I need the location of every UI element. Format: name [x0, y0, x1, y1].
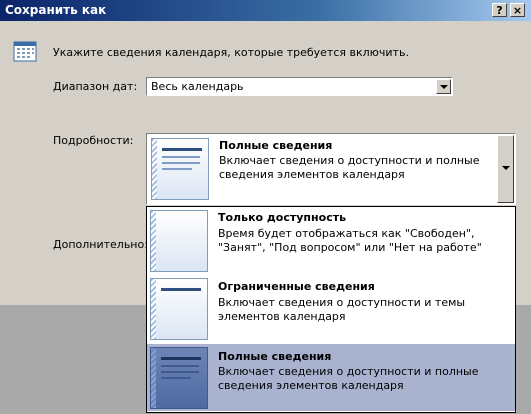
- limited-details-thumbnail-icon: [150, 278, 208, 340]
- close-button[interactable]: ×: [510, 3, 525, 17]
- calendar-icon: [13, 41, 37, 62]
- full-details-thumbnail-icon: [150, 347, 208, 409]
- option-full-details[interactable]: Полные сведения Включает сведения о дост…: [147, 344, 515, 411]
- chevron-down-icon: [440, 85, 448, 89]
- option-title: Ограниченные сведения: [218, 280, 375, 293]
- advanced-label: Дополнительно:: [53, 238, 148, 251]
- title-bar[interactable]: Сохранить как ? ×: [0, 0, 531, 21]
- details-dropdown-button[interactable]: [497, 135, 514, 203]
- option-description: Включает сведения о доступности и полные…: [218, 365, 479, 392]
- option-limited-details[interactable]: Ограниченные сведения Включает сведения …: [147, 275, 515, 342]
- date-range-dropdown-button[interactable]: [436, 79, 451, 94]
- details-select[interactable]: Полные сведения Включает сведения о дост…: [146, 133, 516, 205]
- option-title: Полные сведения: [218, 350, 332, 363]
- full-details-thumbnail-icon: [151, 138, 209, 200]
- window-title: Сохранить как: [5, 3, 107, 17]
- option-description: Время будет отображаться как "Свободен",…: [218, 227, 482, 254]
- date-range-value: Весь календарь: [151, 80, 244, 93]
- help-button[interactable]: ?: [492, 3, 507, 17]
- date-range-label: Диапазон дат:: [53, 80, 138, 93]
- date-range-select[interactable]: Весь календарь: [146, 77, 453, 96]
- details-selected-title: Полные сведения: [219, 139, 333, 152]
- details-selected-description: Включает сведения о доступности и полные…: [219, 154, 480, 181]
- details-dropdown-list: Только доступность Время будет отображат…: [146, 206, 516, 413]
- intro-text: Укажите сведения календаря, которые треб…: [53, 46, 409, 59]
- availability-thumbnail-icon: [150, 210, 208, 272]
- option-description: Включает сведения о доступности и темы э…: [218, 296, 466, 323]
- details-label: Подробности:: [53, 134, 134, 147]
- option-availability-only[interactable]: Только доступность Время будет отображат…: [147, 207, 515, 274]
- chevron-down-icon: [502, 166, 510, 170]
- option-title: Только доступность: [218, 211, 347, 224]
